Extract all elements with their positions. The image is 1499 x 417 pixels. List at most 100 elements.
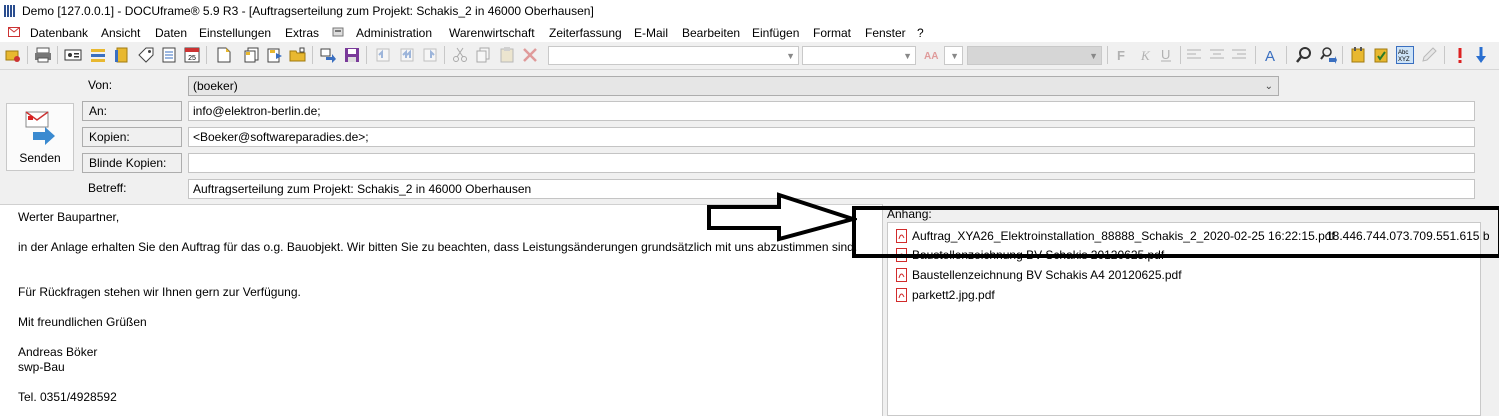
font-color-combo[interactable]: ▼ — [944, 46, 963, 65]
chevron-down-icon: ▼ — [903, 51, 912, 61]
replace-icon[interactable] — [1319, 46, 1337, 64]
folder-key-icon[interactable] — [4, 46, 22, 64]
bcc-field[interactable] — [188, 153, 1475, 173]
menu-bearbeiten[interactable]: Bearbeiten — [682, 26, 740, 40]
body-line: Andreas Böker — [18, 345, 98, 359]
save-icon[interactable] — [343, 46, 361, 64]
print-icon[interactable] — [34, 46, 52, 64]
address-book-icon[interactable] — [1349, 46, 1367, 64]
an-value: info@elektron-berlin.de; — [193, 104, 321, 118]
svg-text:U: U — [1161, 47, 1170, 62]
contact-card-icon[interactable] — [64, 46, 82, 64]
menu-extras[interactable]: Extras — [285, 26, 319, 40]
reply-icon[interactable] — [374, 46, 392, 64]
menu-einfuegen[interactable]: Einfügen — [752, 26, 799, 40]
send-button[interactable]: Senden — [6, 103, 74, 171]
von-select[interactable]: (boeker) ⌄ — [188, 76, 1279, 96]
chevron-down-icon: ▼ — [950, 51, 959, 61]
size-combo[interactable]: ▼ — [967, 46, 1102, 65]
italic-icon[interactable]: K — [1135, 46, 1153, 64]
attachment-name: Auftrag_XYA26_Elektroinstallation_88888_… — [912, 229, 1335, 243]
forward-document-icon[interactable] — [266, 46, 284, 64]
menu-daten[interactable]: Daten — [155, 26, 187, 40]
calendar-icon[interactable]: 25 — [183, 46, 201, 64]
svg-text:A: A — [1265, 48, 1275, 64]
pencil-icon[interactable] — [1420, 46, 1438, 64]
svg-text:25: 25 — [188, 55, 196, 62]
new-document-icon[interactable] — [215, 46, 233, 64]
app-icon — [4, 5, 15, 17]
menu-einstellungen[interactable]: Einstellungen — [199, 26, 271, 40]
attachment-name: Baustellenzeichnung BV Schakis A4 201206… — [912, 268, 1182, 282]
menu-help[interactable]: ? — [917, 26, 924, 40]
menu-email[interactable]: E-Mail — [634, 26, 668, 40]
attachment-panel: Anhang: Auftrag_XYA26_Elektroinstallatio… — [882, 204, 1499, 416]
an-field[interactable]: info@elektron-berlin.de; — [188, 101, 1475, 121]
tag-icon[interactable] — [137, 46, 155, 64]
search-icon[interactable] — [1295, 46, 1313, 64]
paste-icon[interactable] — [498, 46, 516, 64]
notes-icon[interactable] — [160, 46, 178, 64]
forward-icon[interactable] — [421, 46, 439, 64]
attachment-size: 18.446.744.073.709.551.615 b — [1326, 229, 1490, 243]
send-arrow-icon[interactable] — [319, 46, 337, 64]
pdf-file-icon — [896, 229, 907, 243]
kopien-field[interactable]: <Boeker@softwareparadies.de>; — [188, 127, 1475, 147]
annotation-arrow-icon — [707, 192, 857, 242]
bold-icon[interactable]: F — [1112, 46, 1130, 64]
font-combo[interactable]: ▼ — [802, 46, 916, 65]
body-line: swp-Bau — [18, 360, 65, 374]
list-icon[interactable] — [89, 46, 107, 64]
von-value: (boeker) — [193, 79, 238, 93]
reply-all-icon[interactable] — [398, 46, 416, 64]
kopien-value: <Boeker@softwareparadies.de>; — [193, 130, 369, 144]
underline-icon[interactable]: U — [1157, 46, 1175, 64]
priority-high-icon[interactable] — [1451, 46, 1469, 64]
pdf-file-icon — [896, 248, 907, 262]
align-center-icon[interactable] — [1208, 46, 1226, 64]
book-icon[interactable] — [113, 46, 131, 64]
an-button[interactable]: An: — [82, 101, 182, 121]
align-left-icon[interactable] — [1185, 46, 1203, 64]
body-line: in der Anlage erhalten Sie den Auftrag f… — [18, 240, 858, 254]
bcc-button[interactable]: Blinde Kopien: — [82, 153, 182, 173]
menu-administration[interactable]: Administration — [356, 26, 432, 40]
svg-text:AA: AA — [924, 51, 938, 62]
spellcheck-icon[interactable]: AbcXYZ — [1396, 46, 1414, 64]
pdf-file-icon — [896, 288, 907, 302]
menu-fenster[interactable]: Fenster — [865, 26, 906, 40]
menu-ansicht[interactable]: Ansicht — [101, 26, 140, 40]
cut-icon[interactable] — [451, 46, 469, 64]
priority-low-icon[interactable] — [1472, 46, 1490, 64]
attachment-list: Auftrag_XYA26_Elektroinstallation_88888_… — [887, 222, 1490, 416]
menu-warenwirtschaft[interactable]: Warenwirtschaft — [449, 26, 535, 40]
text-format-icon[interactable]: A — [1262, 46, 1280, 64]
menu-zeiterfassung[interactable]: Zeiterfassung — [549, 26, 622, 40]
font-color-icon[interactable]: AA — [923, 46, 941, 64]
open-folder-icon[interactable] — [289, 46, 307, 64]
address-book-check-icon[interactable] — [1372, 46, 1390, 64]
title-bar: Demo [127.0.0.1] - DOCUframe® 5.9 R3 - [… — [0, 0, 1499, 22]
window-title: Demo [127.0.0.1] - DOCUframe® 5.9 R3 - [… — [22, 4, 594, 18]
menu-format[interactable]: Format — [813, 26, 851, 40]
body-line: Für Rückfragen stehen wir Ihnen gern zur… — [18, 285, 301, 299]
toolbar: 25 ▼ ▼ AA ▼ ▼ F K U A Abc XYZ — [0, 42, 1499, 70]
menu-datenbank[interactable]: Datenbank — [30, 26, 88, 40]
style-combo[interactable]: ▼ — [548, 46, 799, 65]
chevron-down-icon: ⌄ — [1264, 81, 1273, 92]
kopien-button[interactable]: Kopien: — [82, 127, 182, 147]
svg-text:K: K — [1140, 48, 1151, 63]
send-mail-icon — [25, 111, 55, 145]
admin-icon — [332, 27, 344, 37]
copy-document-icon[interactable] — [243, 46, 261, 64]
copy-icon[interactable] — [475, 46, 493, 64]
window-edge — [1489, 70, 1499, 416]
svg-text:F: F — [1117, 48, 1125, 63]
delete-icon[interactable] — [521, 46, 539, 64]
attachment-title: Anhang: — [887, 207, 932, 221]
svg-text:XYZ: XYZ — [1398, 57, 1410, 63]
menu-bar: Datenbank Ansicht Daten Einstellungen Ex… — [0, 22, 1499, 42]
chevron-down-icon: ▼ — [786, 51, 795, 61]
align-right-icon[interactable] — [1230, 46, 1248, 64]
betreff-value: Auftragserteilung zum Projekt: Schakis_2… — [193, 182, 532, 196]
